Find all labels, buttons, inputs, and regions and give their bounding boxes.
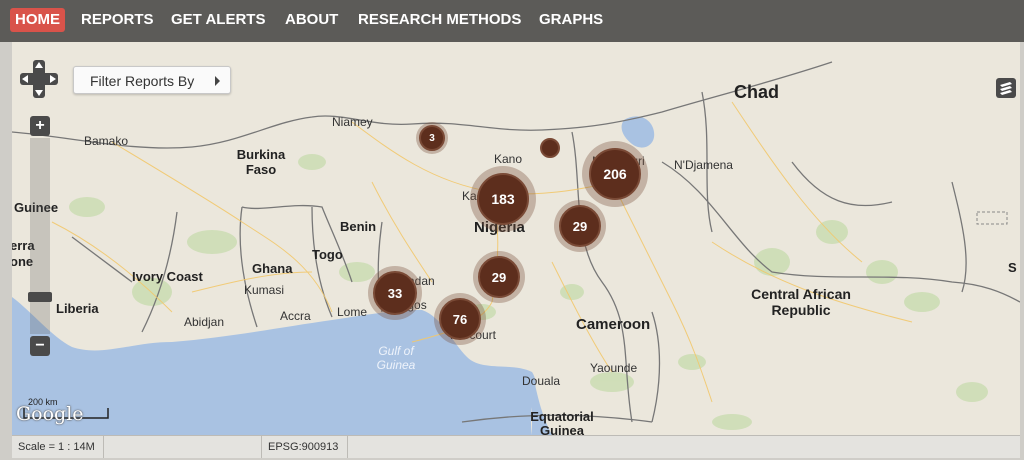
nav-get-alerts[interactable]: GET ALERTS xyxy=(166,8,270,32)
layers-icon xyxy=(1000,82,1012,95)
label-niamey: Niamey xyxy=(332,115,373,129)
label-togo: Togo xyxy=(312,247,343,262)
label-cameroon: Cameroon xyxy=(576,316,651,333)
zoom-control: + − xyxy=(28,116,52,356)
label-gulf-of-guinea: Gulf of Guinea xyxy=(376,344,416,372)
label-accra: Accra xyxy=(280,309,311,323)
label-liberia: Liberia xyxy=(56,301,99,316)
chevron-right-icon xyxy=(215,76,220,86)
report-cluster[interactable]: 29 xyxy=(554,200,606,252)
label-equatorial-guinea: Equatorial Guinea xyxy=(530,409,594,436)
label-ghana: Ghana xyxy=(252,261,293,276)
report-cluster[interactable]: 183 xyxy=(470,166,536,232)
label-bamako: Bamako xyxy=(84,134,129,148)
map-basemap xyxy=(12,42,1020,435)
label-chad: Chad xyxy=(734,82,779,102)
report-cluster[interactable]: 33 xyxy=(368,266,422,320)
cluster-count: 29 xyxy=(559,205,601,247)
zoom-out-button[interactable]: − xyxy=(30,336,50,356)
report-cluster[interactable]: 3 xyxy=(416,122,448,154)
label-benin: Benin xyxy=(340,219,377,234)
cluster-count xyxy=(540,138,560,158)
nav-home[interactable]: HOME xyxy=(10,8,65,32)
label-burkina-faso: Burkina Faso xyxy=(236,147,286,177)
nav-about[interactable]: ABOUT xyxy=(280,8,343,32)
cluster-count: 183 xyxy=(477,173,529,225)
label-edge-partial: S xyxy=(1008,260,1017,275)
pan-arrows-icon xyxy=(20,60,58,98)
nav-reports[interactable]: REPORTS xyxy=(76,8,159,32)
zoom-slider-handle[interactable] xyxy=(28,292,52,302)
label-lome: Lome xyxy=(337,305,368,319)
map-viewport[interactable]: Chad Niamey Bamako Burkina Faso Guinee e… xyxy=(12,42,1020,435)
report-cluster[interactable]: 76 xyxy=(434,293,486,345)
nav-graphs[interactable]: GRAPHS xyxy=(534,8,608,32)
layer-switcher-button[interactable] xyxy=(996,78,1016,98)
map-frame: Chad Niamey Bamako Burkina Faso Guinee e… xyxy=(0,42,1024,460)
report-cluster[interactable]: 206 xyxy=(582,141,648,207)
scale-bar: 200 km Google xyxy=(16,397,112,425)
zoom-in-button[interactable]: + xyxy=(30,116,50,136)
google-logo: Google xyxy=(16,403,84,425)
cluster-count: 76 xyxy=(439,298,481,340)
nav-research-methods[interactable]: RESEARCH METHODS xyxy=(353,8,526,32)
label-ndjamena: N'Djamena xyxy=(674,158,733,172)
label-ivory-coast: Ivory Coast xyxy=(132,269,203,284)
label-yaounde: Yaounde xyxy=(590,361,638,375)
pan-control[interactable] xyxy=(20,60,58,98)
cluster-count: 29 xyxy=(478,256,520,298)
scale-readout: Scale = 1 : 14M xyxy=(12,436,104,458)
top-navigation: HOME REPORTS GET ALERTS ABOUT RESEARCH M… xyxy=(0,0,1024,42)
report-cluster[interactable] xyxy=(539,137,561,159)
map-status-bar: Scale = 1 : 14M EPSG:900913 xyxy=(12,435,1020,458)
cluster-count: 206 xyxy=(589,148,641,200)
label-central-african-republic: Central African Republic xyxy=(751,286,851,318)
status-empty-cell xyxy=(104,436,262,458)
filter-reports-button[interactable]: Filter Reports By xyxy=(73,66,231,94)
filter-reports-label: Filter Reports By xyxy=(90,73,195,89)
label-kano: Kano xyxy=(494,152,523,166)
label-kumasi: Kumasi xyxy=(244,283,285,297)
zoom-track[interactable] xyxy=(28,138,52,334)
label-abidjan: Abidjan xyxy=(184,315,225,329)
cluster-count: 3 xyxy=(419,125,445,151)
label-douala: Douala xyxy=(522,374,561,388)
projection-readout: EPSG:900913 xyxy=(262,436,348,458)
report-cluster[interactable]: 29 xyxy=(473,251,525,303)
cluster-count: 33 xyxy=(373,271,417,315)
